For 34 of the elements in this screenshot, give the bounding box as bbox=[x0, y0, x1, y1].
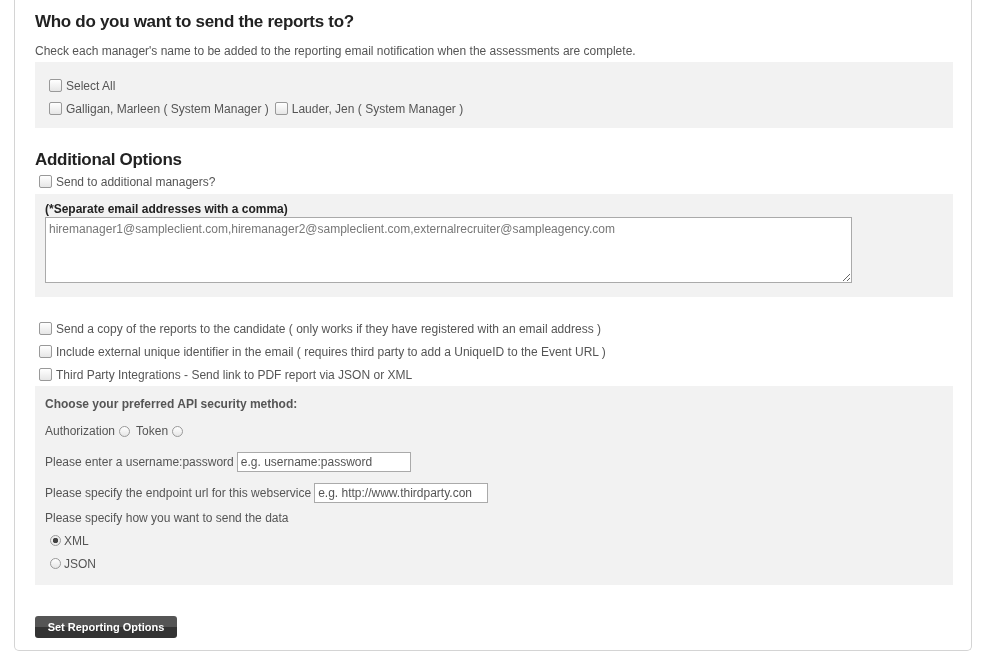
checkbox-label: Galligan, Marleen ( System Manager ) bbox=[66, 101, 269, 116]
radio-button[interactable] bbox=[172, 425, 184, 437]
field-label: Please enter a username:password bbox=[45, 455, 234, 469]
endpoint-field[interactable]: e.g. http://www.thirdparty.con bbox=[314, 483, 489, 503]
checkbox[interactable] bbox=[49, 79, 62, 92]
field-label: Please specify the endpoint url for this webservice bbox=[45, 486, 312, 500]
radio-button[interactable] bbox=[50, 558, 61, 569]
radio-label: Token bbox=[136, 424, 169, 438]
checkbox[interactable] bbox=[49, 102, 62, 115]
checkbox[interactable] bbox=[274, 102, 288, 115]
radio-label: Authorization bbox=[45, 424, 116, 438]
checkbox-label: Third Party Integrations - Send link to PDF report via JSON or XML bbox=[56, 367, 413, 382]
emails-field[interactable]: hiremanager1@sampleclient.com,hiremanager2@sampleclient.com,externalrecruiter@sampleagency.com bbox=[45, 217, 852, 283]
checkbox-label: Include external unique identifier in the email ( requires third party to add a UniqueID to the Event URL ) bbox=[56, 344, 606, 359]
set-reporting-options-button[interactable]: Set Reporting Options bbox=[35, 616, 177, 638]
radio-label: JSON bbox=[64, 556, 96, 571]
radio-button[interactable] bbox=[119, 425, 131, 437]
checkbox[interactable] bbox=[39, 175, 52, 188]
section-heading: Who do you want to send the reports to? bbox=[35, 12, 355, 32]
checkbox-label: Send a copy of the reports to the candidate ( only works if they have registered with an email address ) bbox=[56, 321, 601, 336]
checkbox-label: Lauder, Jen ( System Manager ) bbox=[291, 101, 464, 116]
checkbox[interactable] bbox=[39, 345, 52, 358]
api-heading: Choose your preferred API security method: bbox=[45, 397, 299, 411]
checkbox-label: Select All bbox=[66, 78, 116, 93]
radio-button[interactable] bbox=[50, 535, 61, 546]
checkbox[interactable] bbox=[39, 322, 52, 335]
section-heading: Additional Options bbox=[35, 150, 183, 170]
field-label: (*Separate email addresses with a comma) bbox=[45, 202, 289, 216]
hint-text: Check each manager's name to be added to the reporting email notification when the assessments are complete. bbox=[35, 44, 637, 60]
credentials-field[interactable]: e.g. username:password bbox=[236, 452, 411, 472]
field-label: Please specify how you want to send the data bbox=[45, 510, 290, 527]
radio-label: XML bbox=[64, 533, 89, 548]
checkbox-label: Send to additional managers? bbox=[56, 174, 216, 189]
checkbox[interactable] bbox=[39, 368, 52, 381]
